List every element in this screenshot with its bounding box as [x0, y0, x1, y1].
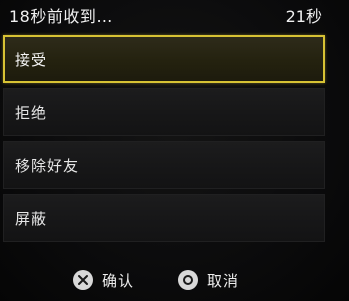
dialog-header: 18秒前收到… 21秒 [0, 0, 349, 28]
cancel-label: 取消 [207, 271, 240, 290]
action-menu: 接受 拒绝 移除好友 屏蔽 [3, 35, 325, 247]
confirm-button[interactable]: 确认 [73, 269, 134, 291]
accept-option[interactable]: 接受 [3, 35, 325, 83]
reject-option[interactable]: 拒绝 [3, 88, 325, 136]
cross-button-icon [73, 270, 93, 290]
reject-option-label: 拒绝 [15, 104, 48, 122]
remove-friend-option-label: 移除好友 [15, 157, 80, 175]
block-option-label: 屏蔽 [15, 210, 48, 228]
button-prompt-bar: 确认 取消 [0, 266, 349, 296]
block-option[interactable]: 屏蔽 [3, 194, 325, 242]
accept-option-label: 接受 [15, 51, 48, 69]
remove-friend-option[interactable]: 移除好友 [3, 141, 325, 189]
friend-request-dialog: 18秒前收到… 21秒 接受 拒绝 移除好友 屏蔽 确认 取消 [0, 0, 349, 301]
countdown-timer: 21秒 [285, 7, 322, 26]
cancel-button[interactable]: 取消 [178, 269, 239, 291]
circle-button-icon [178, 270, 198, 290]
request-received-text: 18秒前收到… [9, 7, 113, 26]
confirm-label: 确认 [102, 271, 135, 290]
